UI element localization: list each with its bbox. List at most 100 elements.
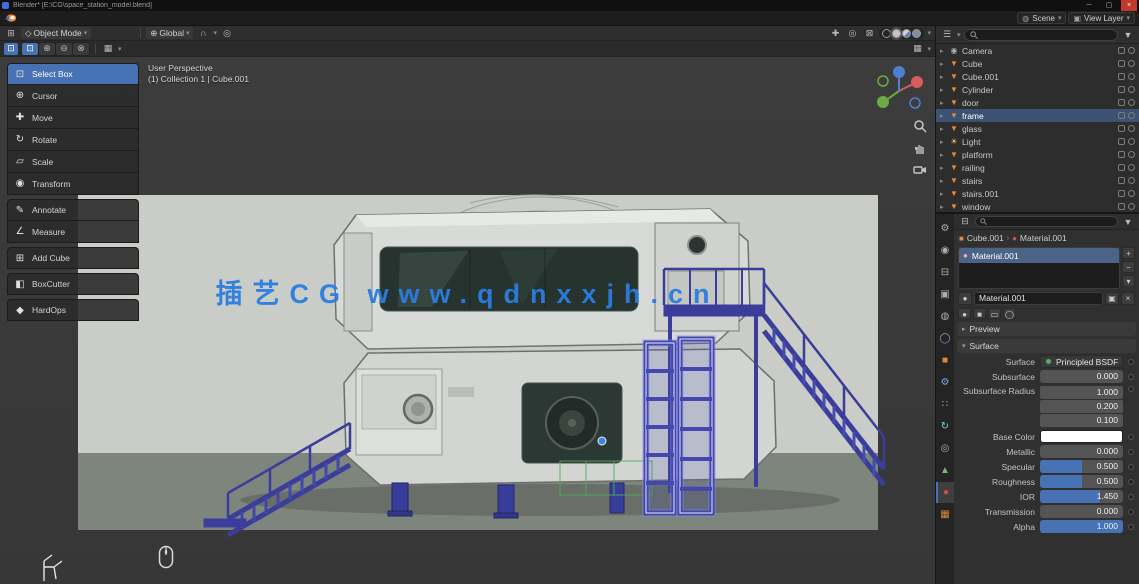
value-slider[interactable]: 0.000 bbox=[1040, 505, 1123, 518]
tool-button[interactable]: HardOps bbox=[7, 299, 139, 321]
filter-funnel-icon[interactable]: ▼ bbox=[1121, 216, 1135, 228]
properties-tab[interactable] bbox=[936, 262, 954, 283]
hide-viewport-toggle-icon[interactable] bbox=[1118, 164, 1125, 171]
shading-dropdown-icon[interactable]: ▾ bbox=[927, 29, 931, 37]
material-name-field[interactable]: Material.001 bbox=[974, 292, 1103, 305]
disable-render-toggle-icon[interactable] bbox=[1128, 60, 1135, 67]
disclosure-icon[interactable]: ▸ bbox=[940, 164, 946, 172]
disable-render-toggle-icon[interactable] bbox=[1128, 177, 1135, 184]
disclosure-icon[interactable]: ▸ bbox=[940, 47, 946, 55]
close-button[interactable]: × bbox=[1121, 0, 1137, 11]
disclosure-icon[interactable]: ▸ bbox=[940, 125, 946, 133]
tool-button[interactable]: Measure bbox=[7, 221, 139, 243]
color-swatch[interactable] bbox=[1040, 430, 1123, 443]
property-field[interactable]: 0.000 0.000 bbox=[1040, 370, 1123, 383]
tool-button[interactable]: BoxCutter bbox=[7, 273, 139, 295]
ladder-frames-selected[interactable] bbox=[646, 339, 712, 513]
shading-rendered-icon[interactable] bbox=[912, 29, 921, 38]
disable-render-toggle-icon[interactable] bbox=[1128, 86, 1135, 93]
hide-viewport-toggle-icon[interactable] bbox=[1118, 112, 1125, 119]
keyframe-dot-icon[interactable] bbox=[1128, 509, 1134, 515]
disclosure-icon[interactable]: ▸ bbox=[940, 86, 946, 94]
select-set-icon[interactable]: ⊡ bbox=[22, 43, 38, 55]
shading-material-icon[interactable] bbox=[902, 29, 911, 38]
filter-funnel-icon[interactable]: ▼ bbox=[1121, 29, 1135, 41]
properties-tab[interactable] bbox=[936, 438, 954, 459]
properties-tab[interactable] bbox=[936, 306, 954, 327]
hide-viewport-toggle-icon[interactable] bbox=[1118, 73, 1125, 80]
hide-viewport-toggle-icon[interactable] bbox=[1118, 60, 1125, 67]
value-slider[interactable]: 0.000 bbox=[1040, 370, 1123, 383]
property-field[interactable]: 0.500 0.500 bbox=[1040, 460, 1123, 473]
disclosure-icon[interactable]: ▸ bbox=[940, 99, 946, 107]
value-slider[interactable]: 1.000 bbox=[1040, 520, 1123, 533]
disable-render-toggle-icon[interactable] bbox=[1128, 112, 1135, 119]
disclosure-icon[interactable]: ▸ bbox=[940, 138, 946, 146]
shader-select-button[interactable]: Principled BSDF bbox=[1040, 355, 1123, 368]
slot-specials-button[interactable]: ▾ bbox=[1122, 275, 1135, 287]
camera-view-icon[interactable] bbox=[913, 163, 927, 177]
mode-dropdown[interactable]: ◇ Object Mode ▾ bbox=[21, 27, 91, 39]
hide-viewport-toggle-icon[interactable] bbox=[1118, 86, 1125, 93]
editor-type-icon[interactable]: ⊞ bbox=[4, 27, 18, 39]
property-field[interactable]: 0.000 0.000 bbox=[1040, 505, 1123, 518]
tool-button[interactable]: Add Cube bbox=[7, 247, 139, 269]
outliner-item[interactable]: ▸ Light bbox=[936, 135, 1139, 148]
xray-toggle-icon[interactable]: ⊠ bbox=[862, 27, 876, 39]
property-field[interactable]: 1.0000.2000.100 bbox=[1040, 386, 1123, 427]
outliner-item[interactable]: ▸ Camera bbox=[936, 44, 1139, 57]
hide-viewport-toggle-icon[interactable] bbox=[1118, 151, 1125, 158]
select-extend-icon[interactable]: ⊕ bbox=[39, 43, 55, 55]
value-slider[interactable]: 0.000 bbox=[1040, 445, 1123, 458]
property-field[interactable]: 1.450 1.450 bbox=[1040, 490, 1123, 503]
hide-viewport-toggle-icon[interactable] bbox=[1118, 99, 1125, 106]
properties-editor-icon[interactable]: ⊟ bbox=[958, 216, 972, 228]
disable-render-toggle-icon[interactable] bbox=[1128, 99, 1135, 106]
outliner-search-input[interactable] bbox=[964, 29, 1118, 41]
blender-logo-icon[interactable] bbox=[4, 13, 17, 23]
browse-material-icon[interactable]: ● bbox=[958, 292, 972, 305]
hide-viewport-toggle-icon[interactable] bbox=[1118, 190, 1125, 197]
keyframe-dot-icon[interactable] bbox=[1128, 434, 1134, 440]
section-header[interactable]: Preview bbox=[957, 322, 1136, 336]
preview-cube-icon[interactable]: ■ bbox=[973, 308, 986, 319]
select-subtract-icon[interactable]: ⊖ bbox=[56, 43, 72, 55]
outliner-item[interactable]: ▸ glass bbox=[936, 122, 1139, 135]
keyframe-dot-icon[interactable] bbox=[1128, 374, 1134, 380]
scene-selector[interactable]: ◍ Scene ▾ bbox=[1017, 12, 1066, 24]
keyframe-dot-icon[interactable] bbox=[1128, 524, 1134, 530]
shading-wireframe-icon[interactable] bbox=[882, 29, 891, 38]
tool-button[interactable]: Scale bbox=[7, 151, 139, 173]
hide-viewport-toggle-icon[interactable] bbox=[1118, 47, 1125, 54]
outliner-item[interactable]: ▸ Cube.001 bbox=[936, 70, 1139, 83]
navigation-gizmo[interactable] bbox=[873, 65, 925, 117]
properties-tab[interactable] bbox=[936, 240, 954, 261]
value-slider[interactable]: 0.500 bbox=[1040, 475, 1123, 488]
material-slot-list[interactable]: ● Material.001 bbox=[958, 247, 1120, 289]
view-layer-selector[interactable]: ▣ View Layer ▾ bbox=[1068, 12, 1135, 24]
disable-render-toggle-icon[interactable] bbox=[1128, 151, 1135, 158]
shading-solid-icon[interactable] bbox=[892, 29, 901, 38]
fake-user-shield-icon[interactable]: ▣ bbox=[1105, 292, 1119, 305]
properties-tab[interactable] bbox=[936, 482, 954, 503]
maximize-button[interactable]: ▢ bbox=[1101, 0, 1117, 11]
proportional-editing-icon[interactable]: ◎ bbox=[220, 27, 234, 39]
3d-viewport[interactable]: User Perspective (1) Collection 1 | Cube… bbox=[0, 57, 935, 584]
tool-button[interactable]: Transform bbox=[7, 173, 139, 195]
disclosure-icon[interactable]: ▸ bbox=[940, 203, 946, 211]
properties-tab[interactable] bbox=[936, 394, 954, 415]
outliner-item[interactable]: ▸ platform bbox=[936, 148, 1139, 161]
disable-render-toggle-icon[interactable] bbox=[1128, 138, 1135, 145]
show-overlays-icon[interactable]: ◎ bbox=[845, 27, 859, 39]
hide-viewport-toggle-icon[interactable] bbox=[1118, 177, 1125, 184]
unlink-icon[interactable]: × bbox=[1121, 292, 1135, 305]
disclosure-icon[interactable]: ▸ bbox=[940, 177, 946, 185]
properties-tab[interactable] bbox=[936, 460, 954, 481]
section-header[interactable]: Surface bbox=[957, 339, 1136, 353]
pan-hand-icon[interactable] bbox=[913, 141, 927, 155]
value-slider[interactable]: 0.500 bbox=[1040, 460, 1123, 473]
minimize-button[interactable]: ─ bbox=[1081, 0, 1097, 11]
property-field[interactable]: #FFFFFF #FFFFFF bbox=[1040, 430, 1123, 443]
keyframe-dot-icon[interactable] bbox=[1128, 479, 1134, 485]
tool-button[interactable]: Rotate bbox=[7, 129, 139, 151]
